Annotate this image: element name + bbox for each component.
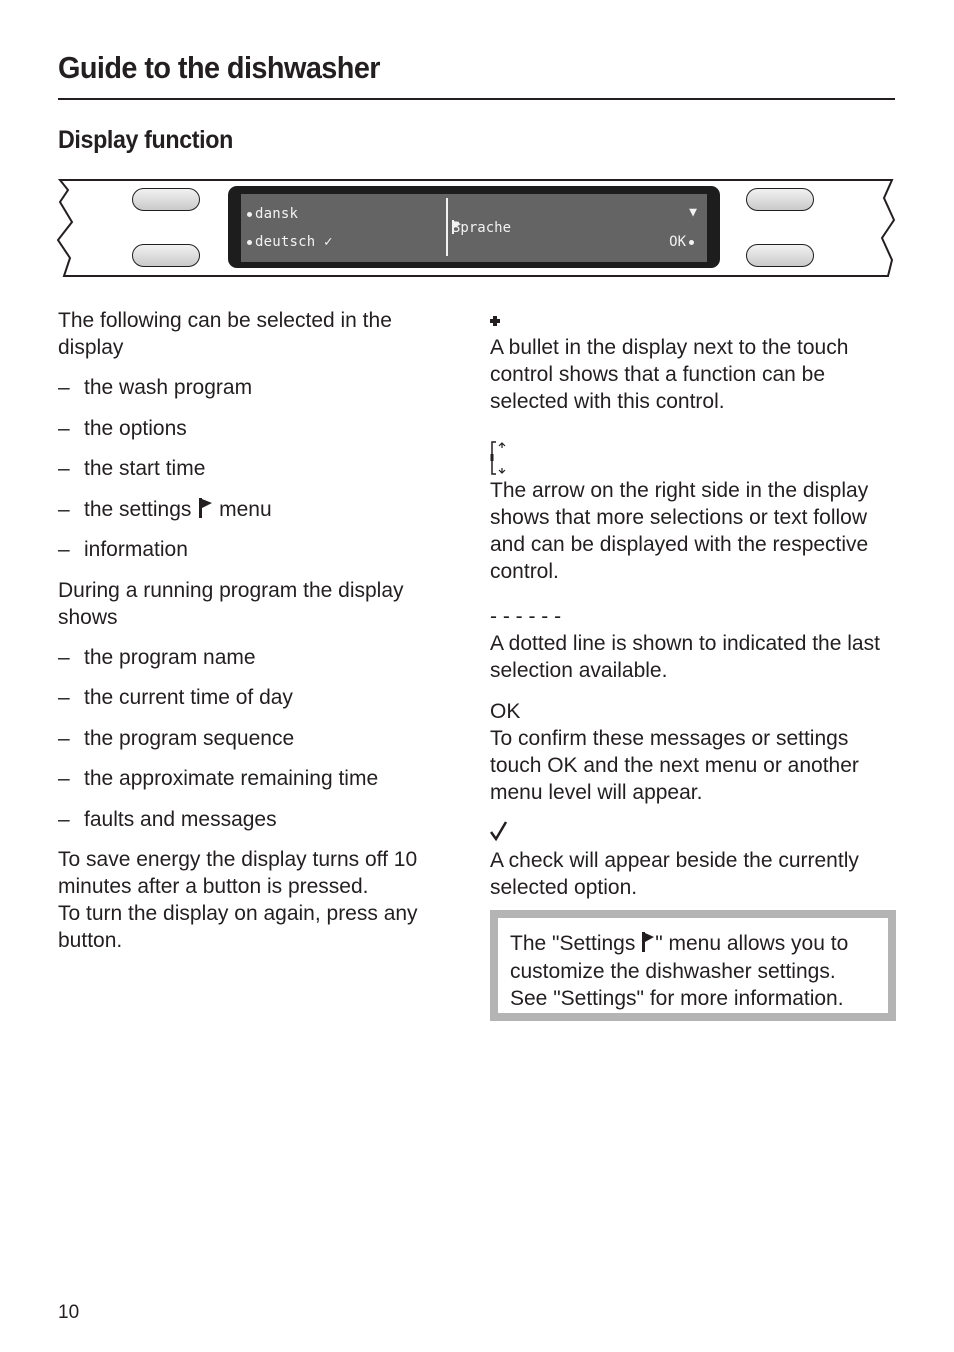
scroll-down-arrow-icon[interactable]: ▼: [689, 205, 697, 220]
selectable-list: – the wash program – the options – the star…: [58, 374, 458, 563]
bullet-icon: [247, 239, 252, 245]
bullet-icon: [689, 239, 694, 245]
dotted-line-symbol: - - - - - -: [490, 605, 562, 628]
list-item: – the current time of day: [58, 686, 293, 709]
control-panel-illustration: dansk deutsch ✓ Sprache ▼ OK: [56, 178, 898, 279]
list-item: – the program name: [58, 645, 256, 669]
check-icon: ✓: [324, 234, 333, 250]
bullet-icon: [490, 315, 500, 326]
running-list: – the program name – the current time of d…: [58, 644, 458, 833]
list-item: – the options: [58, 416, 187, 440]
ok-explanation: OK To confirm these messages or settings…: [490, 698, 895, 806]
list-item: – the settings menu: [58, 497, 272, 521]
bullet-icon: [247, 211, 252, 217]
check-icon: [489, 821, 508, 842]
display-option-dansk[interactable]: dansk: [247, 206, 298, 222]
right-top-touch-button[interactable]: [746, 188, 814, 211]
selectable-intro: The following can be selected in the dis…: [58, 309, 392, 359]
list-item: – the start time: [58, 457, 206, 480]
section-heading: Display function: [58, 126, 233, 154]
settings-flag-icon: [642, 932, 655, 952]
left-top-touch-button[interactable]: [132, 188, 200, 211]
display-divider: [446, 198, 448, 256]
bullet-explanation: A bullet in the display next to the touc…: [490, 307, 895, 415]
list-item: – faults and messages: [58, 807, 277, 831]
left-column: The following can be selected in the dis…: [58, 307, 458, 954]
settings-flag-icon: [199, 497, 213, 518]
display-screen: dansk deutsch ✓ Sprache ▼ OK: [241, 194, 707, 262]
right-column: A bullet in the display next to the touc…: [489, 307, 895, 915]
dotted-line-explanation: - - - - - - A dotted line is shown to in…: [490, 603, 895, 684]
display-heading: Sprache: [452, 220, 512, 236]
list-item: – the program sequence: [58, 726, 295, 750]
list-item: – information: [58, 538, 188, 561]
running-intro: During a running program the display sho…: [58, 578, 404, 629]
display-ok[interactable]: OK: [669, 234, 697, 250]
display-option-deutsch[interactable]: deutsch ✓: [247, 234, 333, 250]
title-rule: [58, 98, 895, 100]
check-explanation: A check will appear beside the currently…: [489, 820, 895, 901]
page-title: Guide to the dishwasher: [58, 50, 381, 85]
scroll-arrow-icon: [490, 441, 506, 475]
ok-symbol: OK: [490, 700, 521, 723]
left-bottom-touch-button[interactable]: [132, 244, 200, 267]
energy-note: To save energy the display turns off 10 …: [58, 848, 418, 952]
settings-note-box: The "Settings " menu allows you to custo…: [490, 910, 896, 1021]
page-number: 10: [58, 1302, 80, 1323]
right-bottom-touch-button[interactable]: [746, 244, 814, 267]
list-item: – the wash program: [58, 376, 253, 399]
settings-flag-icon: [452, 220, 461, 234]
list-item: – the approximate remaining time: [58, 767, 379, 790]
arrow-explanation: The arrow on the right side in the displ…: [490, 441, 895, 585]
